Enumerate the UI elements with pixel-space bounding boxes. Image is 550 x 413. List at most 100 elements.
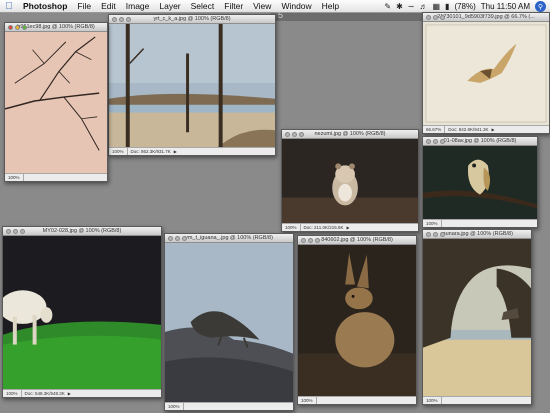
background-text: 5: [278, 10, 284, 20]
document-window-iguana[interactable]: ym_t_iguana_.jpg @ 100% (RGB/8) 100%: [164, 233, 294, 411]
image-canvas[interactable]: [423, 239, 531, 396]
painting-branches: [5, 32, 107, 173]
menu-select[interactable]: Select: [186, 0, 220, 13]
image-canvas[interactable]: [109, 24, 275, 147]
apple-menu-icon[interactable]: : [0, 1, 18, 12]
menubar-clock[interactable]: Thu 11:50 AM: [481, 2, 530, 11]
minimize-icon[interactable]: [308, 238, 313, 243]
image-canvas[interactable]: [3, 236, 161, 389]
minimize-icon[interactable]: [433, 232, 438, 237]
window-titlebar[interactable]: yrt_c_k_a.jpg @ 100% (RGB/8): [109, 15, 275, 24]
minimize-icon[interactable]: [175, 236, 180, 241]
status-menu-arrow-icon[interactable]: ▶: [174, 148, 177, 155]
minimize-icon[interactable]: [15, 25, 20, 30]
minimize-icon[interactable]: [433, 15, 438, 20]
zoom-icon[interactable]: [440, 232, 445, 237]
zoom-level[interactable]: 66.67%: [423, 126, 446, 133]
document-window-munara[interactable]: munara.jpg @ 100% (RGB/8) 100%: [422, 229, 532, 405]
battery-icon[interactable]: ▮: [445, 2, 449, 11]
bluetooth-icon[interactable]: ✱: [396, 2, 403, 11]
zoom-level[interactable]: 100%: [282, 224, 301, 231]
volume-icon[interactable]: ♬: [419, 2, 427, 11]
document-window-yrt[interactable]: yrt_c_k_a.jpg @ 100% (RGB/8) 100% Doc: 86…: [108, 14, 276, 156]
painting-trees-lake: [109, 24, 275, 147]
window-status-bar: 100%: [423, 219, 537, 227]
image-canvas[interactable]: [5, 32, 107, 173]
menu-file[interactable]: File: [72, 0, 96, 13]
window-titlebar[interactable]: 840602.jpg @ 100% (RGB/8): [298, 236, 416, 245]
menu-filter[interactable]: Filter: [219, 0, 248, 13]
close-icon[interactable]: [112, 17, 117, 22]
painting-bat: [423, 22, 549, 125]
window-titlebar[interactable]: 01-08av.jpg @ 100% (RGB/8): [423, 137, 537, 146]
zoom-icon[interactable]: [299, 132, 304, 137]
image-canvas[interactable]: [282, 139, 418, 223]
battery-percent[interactable]: (78%): [454, 2, 475, 11]
zoom-level[interactable]: 100%: [5, 174, 24, 181]
image-canvas[interactable]: [165, 243, 293, 402]
document-window-840602[interactable]: 840602.jpg @ 100% (RGB/8) 100%: [297, 235, 417, 405]
document-window-my02[interactable]: MY02-028.jpg @ 100% (RGB/8) 100% Doc: 548…: [2, 226, 162, 398]
window-titlebar[interactable]: 21730101_9d5903f739.jpg @ 66.7% (...: [423, 13, 549, 22]
zoom-level[interactable]: 100%: [423, 397, 442, 404]
menu-image[interactable]: Image: [121, 0, 155, 13]
painting-hamster: [282, 139, 418, 223]
menu-layer[interactable]: Layer: [154, 0, 185, 13]
zoom-icon[interactable]: [440, 139, 445, 144]
painting-sheep: [3, 236, 161, 389]
zoom-icon[interactable]: [126, 17, 131, 22]
close-icon[interactable]: [168, 236, 173, 241]
menu-view[interactable]: View: [248, 0, 276, 13]
window-titlebar[interactable]: nezumi.jpg @ 100% (RGB/8): [282, 130, 418, 139]
doc-size: Doc: 211.0K/215.8K: [303, 225, 344, 230]
close-icon[interactable]: [426, 15, 431, 20]
window-title: MY02-028.jpg @ 100% (RGB/8): [42, 228, 122, 234]
minimize-icon[interactable]: [433, 139, 438, 144]
document-window-nezumi[interactable]: nezumi.jpg @ 100% (RGB/8) 100% Doc: 211.0…: [281, 129, 419, 232]
menu-edit[interactable]: Edit: [96, 0, 121, 13]
window-titlebar[interactable]: MY02-028.jpg @ 100% (RGB/8): [3, 227, 161, 236]
image-canvas[interactable]: [423, 22, 549, 125]
close-icon[interactable]: [301, 238, 306, 243]
zoom-icon[interactable]: [22, 25, 27, 30]
window-titlebar[interactable]: ym_t_iguana_.jpg @ 100% (RGB/8): [165, 234, 293, 243]
window-status-bar: 100%: [298, 396, 416, 404]
zoom-level[interactable]: 100%: [298, 397, 317, 404]
document-window-21730101[interactable]: 21730101_9d5903f739.jpg @ 66.7% (... 66.…: [422, 12, 550, 134]
window-title: b961ec98.jpg @ 100% (RGB/8): [17, 24, 95, 30]
close-icon[interactable]: [6, 229, 11, 234]
image-canvas[interactable]: [423, 146, 537, 219]
window-titlebar[interactable]: b961ec98.jpg @ 100% (RGB/8): [5, 23, 107, 32]
image-canvas[interactable]: [298, 245, 416, 396]
minimize-icon[interactable]: [119, 17, 124, 22]
input-menu-icon[interactable]: ▦: [432, 2, 440, 11]
zoom-icon[interactable]: [315, 238, 320, 243]
close-icon[interactable]: [426, 139, 431, 144]
menu-app-photoshop[interactable]: Photoshop: [18, 0, 72, 13]
menu-help[interactable]: Help: [317, 0, 344, 13]
close-icon[interactable]: [426, 232, 431, 237]
close-icon[interactable]: [285, 132, 290, 137]
zoom-level[interactable]: 100%: [3, 390, 22, 397]
status-menu-arrow-icon[interactable]: ▶: [492, 126, 495, 133]
minimize-icon[interactable]: [13, 229, 18, 234]
window-titlebar[interactable]: munara.jpg @ 100% (RGB/8): [423, 230, 531, 239]
zoom-level[interactable]: 100%: [423, 220, 442, 227]
spotlight-icon[interactable]: ⚲: [535, 1, 546, 12]
window-title: 01-08av.jpg @ 100% (RGB/8): [443, 138, 517, 144]
status-menu-arrow-icon[interactable]: ▶: [68, 390, 71, 397]
script-menu-icon[interactable]: ✎: [384, 2, 391, 11]
window-status-bar: 100%: [5, 173, 107, 181]
zoom-icon[interactable]: [182, 236, 187, 241]
zoom-icon[interactable]: [20, 229, 25, 234]
document-window-b961[interactable]: b961ec98.jpg @ 100% (RGB/8) 100%: [4, 22, 108, 182]
wifi-icon[interactable]: ∼: [408, 2, 415, 11]
minimize-icon[interactable]: [292, 132, 297, 137]
zoom-level[interactable]: 100%: [165, 403, 184, 410]
zoom-icon[interactable]: [440, 15, 445, 20]
window-status-bar: 100% Doc: 862.3K/931.7K ▶: [109, 147, 275, 155]
status-menu-arrow-icon[interactable]: ▶: [346, 224, 349, 231]
document-window-0108av[interactable]: 01-08av.jpg @ 100% (RGB/8) 100%: [422, 136, 538, 228]
close-icon[interactable]: [8, 25, 13, 30]
zoom-level[interactable]: 100%: [109, 148, 128, 155]
